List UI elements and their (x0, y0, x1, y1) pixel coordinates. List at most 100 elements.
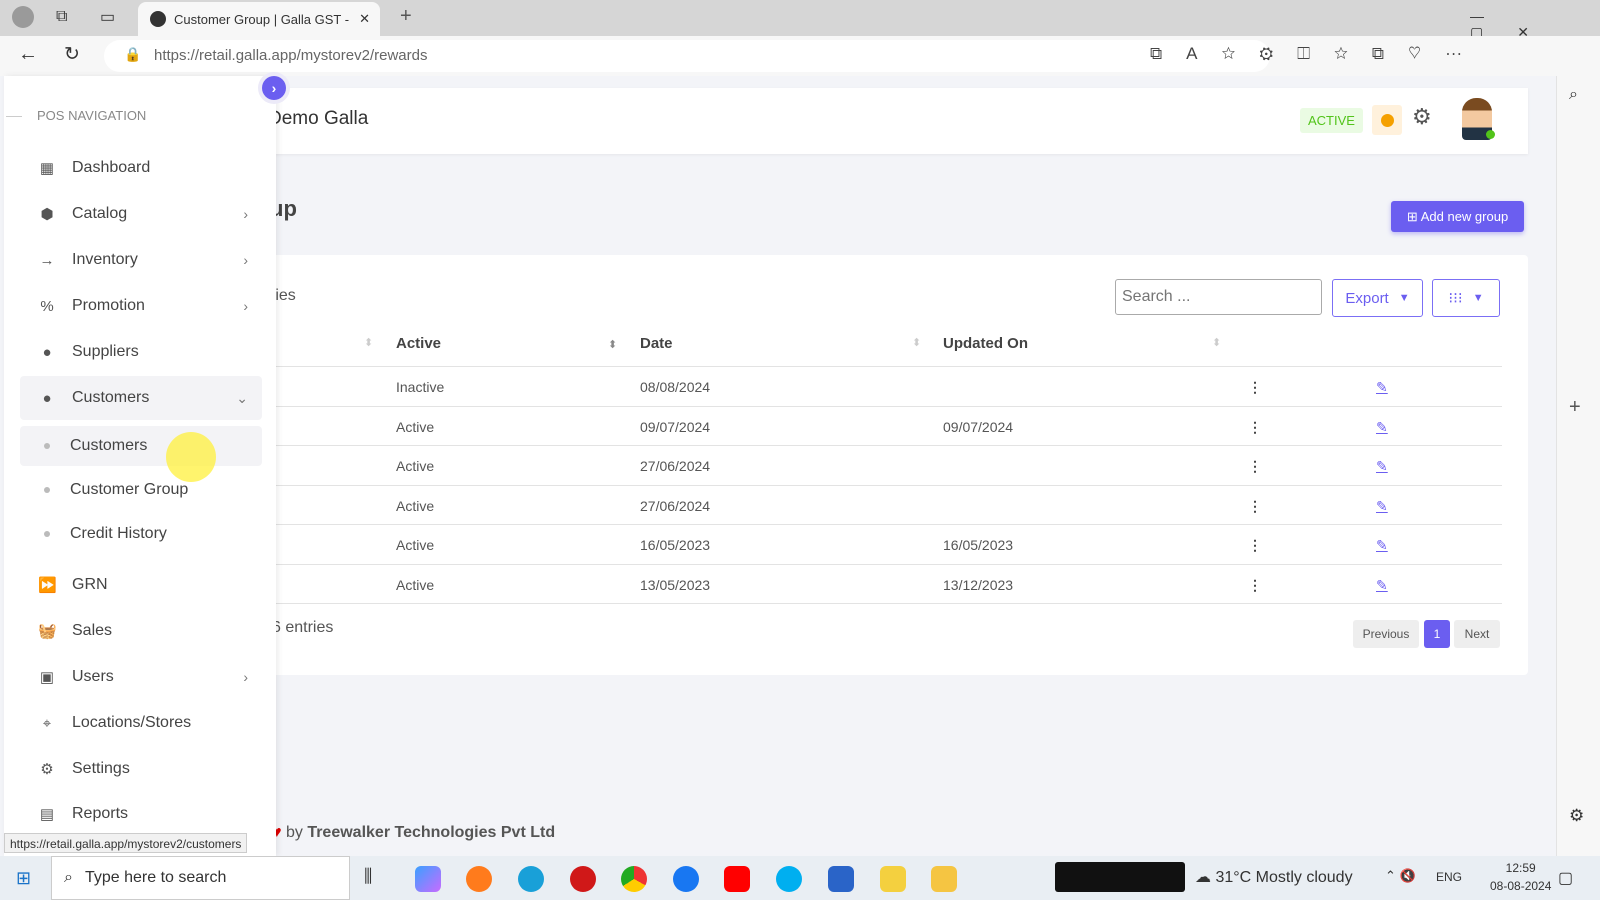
add-icon[interactable]: + (1569, 396, 1581, 419)
column-toggle-button[interactable]: ⁝⁝⁝ ▼ (1432, 279, 1500, 317)
sidebar-item-customers[interactable]: ● Customers ⌄ (20, 376, 262, 420)
browser-tab[interactable]: Customer Group | Galla GST - Inv ✕ (138, 2, 380, 36)
column-header-date[interactable]: Date (640, 335, 673, 352)
edit-icon[interactable]: ✎ (1376, 379, 1388, 396)
firefox-app-icon[interactable] (466, 866, 492, 892)
copilot-app-icon[interactable] (415, 866, 441, 892)
sidebar-item-grn[interactable]: ⏩ GRN (20, 563, 262, 607)
table-row: Active 27/06/2024 ⋮ ✎ (270, 484, 1502, 524)
weather-widget[interactable]: ☁ 31°C Mostly cloudy (1195, 867, 1353, 887)
add-button-label: Add new group (1420, 209, 1509, 224)
sidebar-item-users[interactable]: ▣ Users › (20, 655, 262, 699)
more-options-icon[interactable]: ⋮ (1248, 419, 1262, 436)
id-card-icon: ▣ (39, 669, 55, 686)
chevron-right-icon: › (271, 80, 277, 96)
footer-prefix: by (285, 824, 303, 841)
sidebar-item-dashboard[interactable]: ▦ Dashboard (20, 146, 262, 190)
cell-active: Active (396, 458, 435, 474)
edit-icon[interactable]: ✎ (1376, 537, 1388, 554)
sidebar-item-sales[interactable]: 🧺 Sales (20, 609, 262, 653)
facebook-app-icon[interactable] (673, 866, 699, 892)
gear-icon[interactable]: ⚙ (1569, 806, 1584, 826)
sidebar-item-reports[interactable]: ▤ Reports (20, 792, 262, 836)
sidebar-subitem-customer-group[interactable]: Customer Group (20, 470, 262, 510)
page-1-button[interactable]: 1 (1424, 620, 1450, 648)
edge-app-icon[interactable] (518, 866, 544, 892)
windows-start-icon[interactable]: ⊞ (16, 868, 31, 889)
more-options-icon[interactable]: ⋮ (1248, 577, 1262, 594)
edit-icon[interactable]: ✎ (1376, 419, 1388, 436)
sidebar-item-suppliers[interactable]: ● Suppliers (20, 330, 262, 374)
youtube-app-icon[interactable] (724, 866, 750, 892)
cursor-highlight (166, 432, 216, 482)
new-tab-icon[interactable]: + (400, 5, 412, 28)
capture-toolbar[interactable] (1055, 862, 1185, 892)
next-page-button[interactable]: Next (1454, 620, 1500, 648)
taskbar-search[interactable]: ⌕ Type here to search (51, 856, 350, 900)
sidebar-item-promotion[interactable]: % Promotion › (20, 284, 262, 328)
previous-page-button[interactable]: Previous (1353, 620, 1419, 648)
workspaces-icon[interactable]: ⧉ (56, 8, 67, 26)
more-options-icon[interactable]: ⋮ (1248, 379, 1262, 396)
browser-toolbar-icons[interactable]: ⧉A☆⚙◫☆⧉♡⋯ (1150, 44, 1486, 64)
sidebar-item-locations-stores[interactable]: ⌖ Locations/Stores (20, 701, 262, 745)
skype-app-icon[interactable] (776, 866, 802, 892)
sidebar-item-catalog[interactable]: ⬢ Catalog › (20, 192, 262, 236)
file-explorer-icon[interactable] (931, 866, 957, 892)
store-app-icon[interactable] (828, 866, 854, 892)
notifications-icon[interactable]: ▢ (1558, 868, 1573, 888)
cell-date: 13/05/2023 (640, 576, 711, 593)
sidebar-heading: POS NAVIGATION (37, 108, 147, 123)
chrome-app-icon[interactable] (621, 866, 647, 892)
column-header-active[interactable]: Active (396, 335, 441, 352)
refresh-icon[interactable]: ↻ (64, 43, 80, 66)
sort-icon[interactable]: ⬍ (1212, 336, 1221, 349)
sort-icon[interactable]: ⬍ (364, 336, 373, 349)
sidebar-subitem-customers[interactable]: Customers (20, 426, 262, 466)
sort-icon[interactable]: ⬍ (608, 338, 617, 351)
edit-icon[interactable]: ✎ (1376, 498, 1388, 515)
profile-icon[interactable] (12, 6, 34, 28)
cloud-icon: ☁ (1195, 869, 1211, 886)
column-header-updated-on[interactable]: Updated On (943, 335, 1028, 352)
clock[interactable]: 12:59 08-08-2024 (1490, 861, 1551, 893)
sidebar-item-label: Locations/Stores (72, 714, 192, 731)
app-header: Demo Galla ACTIVE ⚙ (240, 88, 1528, 154)
settings-gear-icon[interactable]: ⚙ (1412, 104, 1432, 130)
box-icon: ⬢ (40, 206, 54, 223)
app-icon[interactable] (880, 866, 906, 892)
tab-actions-icon[interactable]: ▭ (100, 7, 115, 27)
chevron-icon: › (243, 252, 248, 268)
sidebar-toggle-button[interactable]: › (262, 76, 286, 100)
sidebar-item-inventory[interactable]: → Inventory › (20, 238, 262, 282)
task-view-icon[interactable]: ⫼ (364, 866, 390, 892)
footer-company[interactable]: Treewalker Technologies Pvt Ltd (307, 824, 555, 841)
search-icon[interactable]: ⌕ (1569, 86, 1578, 104)
status-bar-url: https://retail.galla.app/mystorev2/custo… (4, 833, 248, 853)
location-pin-icon: ⌖ (42, 714, 52, 732)
export-button[interactable]: Export ▼ (1332, 279, 1423, 317)
search-input[interactable] (1115, 279, 1322, 315)
url-input[interactable]: https://retail.galla.app/mystorev2/rewar… (104, 40, 1270, 72)
close-tab-icon[interactable]: ✕ (359, 11, 370, 27)
more-options-icon[interactable]: ⋮ (1248, 498, 1262, 515)
edit-icon[interactable]: ✎ (1376, 577, 1388, 594)
back-icon[interactable]: ← (18, 43, 38, 66)
edit-icon[interactable]: ✎ (1376, 458, 1388, 475)
sidebar-item-settings[interactable]: ⚙ Settings (20, 747, 262, 791)
edge-sidebar: ⌕ + ⚙ (1556, 76, 1600, 856)
lock-icon[interactable]: 🔒 (124, 46, 141, 63)
alert-button[interactable] (1372, 105, 1402, 135)
add-new-group-button[interactable]: ⊞ Add new group (1391, 201, 1524, 232)
user-circle-icon: ● (42, 343, 52, 361)
grid-icon: ⁝⁝⁝ (1448, 290, 1463, 307)
recorder-app-icon[interactable] (570, 866, 596, 892)
language-indicator[interactable]: ENG (1436, 870, 1462, 884)
more-options-icon[interactable]: ⋮ (1248, 537, 1262, 554)
bullet-icon (44, 531, 50, 537)
more-options-icon[interactable]: ⋮ (1248, 458, 1262, 475)
table-bottom-border (270, 603, 1502, 604)
sidebar-subitem-credit-history[interactable]: Credit History (20, 514, 262, 554)
sort-icon[interactable]: ⬍ (912, 336, 921, 349)
tray-icons[interactable]: ⌃ 🔇 (1385, 868, 1416, 884)
